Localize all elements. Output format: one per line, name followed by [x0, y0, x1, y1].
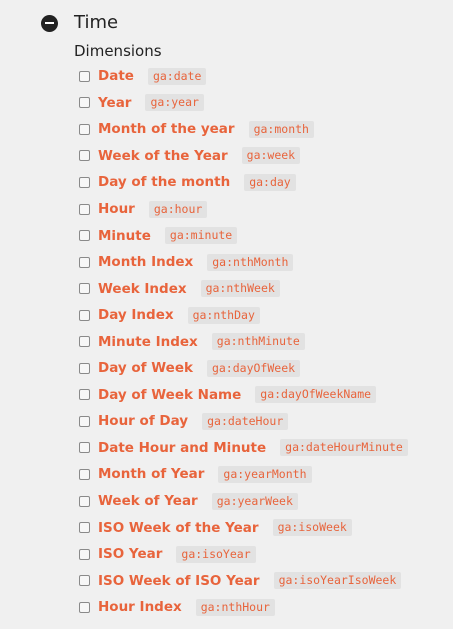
list-item[interactable]: Day of the month ga:day: [79, 169, 408, 196]
list-item[interactable]: Hour of Day ga:dateHour: [79, 408, 408, 435]
list-item[interactable]: Month of Year ga:yearMonth: [79, 461, 408, 488]
list-item[interactable]: Hour Index ga:nthHour: [79, 594, 408, 621]
item-label[interactable]: Date: [98, 68, 134, 84]
section-title: Time: [74, 12, 119, 33]
item-code: ga:day: [244, 173, 296, 191]
checkbox[interactable]: [79, 309, 90, 321]
list-item[interactable]: Day of Week ga:dayOfWeek: [79, 355, 408, 382]
item-label[interactable]: Date Hour and Minute: [98, 440, 266, 456]
time-dimensions-panel: Time Dimensions Date ga:date Year ga:year Mo…: [0, 0, 453, 629]
checkbox[interactable]: [79, 203, 90, 215]
list-item[interactable]: ISO Year ga:isoYear: [79, 541, 408, 568]
minus-circle-icon[interactable]: [41, 14, 58, 32]
item-label[interactable]: Month Index: [98, 254, 193, 270]
list-item[interactable]: Week of Year ga:yearWeek: [79, 488, 408, 515]
item-label[interactable]: Week of Year: [98, 493, 198, 509]
item-code: ga:dayOfWeek: [206, 359, 301, 377]
section-header: Time: [41, 10, 118, 36]
item-code: ga:dayOfWeekName: [255, 386, 377, 404]
list-item[interactable]: Date Hour and Minute ga:dateHourMinute: [79, 435, 408, 462]
checkbox[interactable]: [79, 415, 90, 427]
checkbox[interactable]: [79, 389, 90, 401]
dimensions-list: Date ga:date Year ga:year Month of the year g…: [79, 63, 408, 620]
list-item[interactable]: Minute Index ga:nthMinute: [79, 328, 408, 355]
item-label[interactable]: ISO Week of the Year: [98, 520, 259, 536]
item-code: ga:week: [241, 147, 301, 165]
checkbox[interactable]: [79, 150, 90, 162]
checkbox[interactable]: [79, 362, 90, 374]
group-title-dimensions: Dimensions: [74, 42, 162, 60]
list-item[interactable]: ISO Week of ISO Year ga:isoYearIsoWeek: [79, 567, 408, 594]
list-item[interactable]: Week of the Year ga:week: [79, 143, 408, 170]
checkbox[interactable]: [79, 283, 90, 295]
item-code: ga:nthMinute: [211, 333, 305, 351]
item-label[interactable]: ISO Year: [98, 546, 162, 562]
checkbox[interactable]: [79, 97, 90, 109]
item-code: ga:nthWeek: [200, 280, 280, 298]
item-code: ga:month: [248, 120, 314, 138]
checkbox[interactable]: [79, 601, 90, 613]
item-label[interactable]: Month of Year: [98, 466, 204, 482]
checkbox[interactable]: [79, 230, 90, 242]
checkbox[interactable]: [79, 575, 90, 587]
checkbox[interactable]: [79, 522, 90, 534]
item-code: ga:nthDay: [187, 306, 260, 324]
item-label[interactable]: Month of the year: [98, 121, 235, 137]
list-item[interactable]: Date ga:date: [79, 63, 408, 90]
list-item[interactable]: Minute ga:minute: [79, 222, 408, 249]
item-code: ga:nthMonth: [207, 253, 294, 271]
item-label[interactable]: Minute Index: [98, 334, 198, 350]
item-code: ga:nthHour: [195, 598, 275, 616]
item-code: ga:date: [147, 67, 207, 85]
item-code: ga:isoYearIsoWeek: [273, 572, 402, 590]
item-label[interactable]: Day of Week: [98, 360, 193, 376]
list-item[interactable]: ISO Week of the Year ga:isoWeek: [79, 514, 408, 541]
item-code: ga:isoWeek: [272, 519, 352, 537]
list-item[interactable]: Month Index ga:nthMonth: [79, 249, 408, 276]
item-code: ga:hour: [148, 200, 208, 218]
list-item[interactable]: Hour ga:hour: [79, 196, 408, 223]
item-label[interactable]: Hour Index: [98, 599, 182, 615]
item-code: ga:dateHour: [202, 412, 289, 430]
checkbox[interactable]: [79, 123, 90, 135]
list-item[interactable]: Day of Week Name ga:dayOfWeekName: [79, 382, 408, 409]
item-code: ga:isoYear: [176, 545, 256, 563]
checkbox[interactable]: [79, 442, 90, 454]
checkbox[interactable]: [79, 70, 90, 82]
list-item[interactable]: Day Index ga:nthDay: [79, 302, 408, 329]
checkbox[interactable]: [79, 176, 90, 188]
item-label[interactable]: Day of Week Name: [98, 387, 241, 403]
item-label[interactable]: Day of the month: [98, 174, 230, 190]
list-item[interactable]: Month of the year ga:month: [79, 116, 408, 143]
item-label[interactable]: Minute: [98, 228, 151, 244]
list-item[interactable]: Week Index ga:nthWeek: [79, 275, 408, 302]
checkbox[interactable]: [79, 336, 90, 348]
checkbox[interactable]: [79, 548, 90, 560]
checkbox[interactable]: [79, 256, 90, 268]
item-code: ga:year: [145, 94, 204, 112]
item-label[interactable]: Year: [98, 95, 131, 111]
item-label[interactable]: Hour of Day: [98, 413, 188, 429]
checkbox[interactable]: [79, 495, 90, 507]
item-label[interactable]: Hour: [98, 201, 135, 217]
list-item[interactable]: Year ga:year: [79, 90, 408, 117]
item-code: ga:yearWeek: [211, 492, 298, 510]
item-code: ga:dateHourMinute: [280, 439, 408, 457]
item-label[interactable]: Day Index: [98, 307, 174, 323]
item-code: ga:yearMonth: [218, 465, 312, 483]
item-label[interactable]: Week of the Year: [98, 148, 228, 164]
item-label[interactable]: Week Index: [98, 281, 187, 297]
checkbox[interactable]: [79, 468, 90, 480]
item-label[interactable]: ISO Week of ISO Year: [98, 573, 260, 589]
item-code: ga:minute: [164, 227, 238, 245]
